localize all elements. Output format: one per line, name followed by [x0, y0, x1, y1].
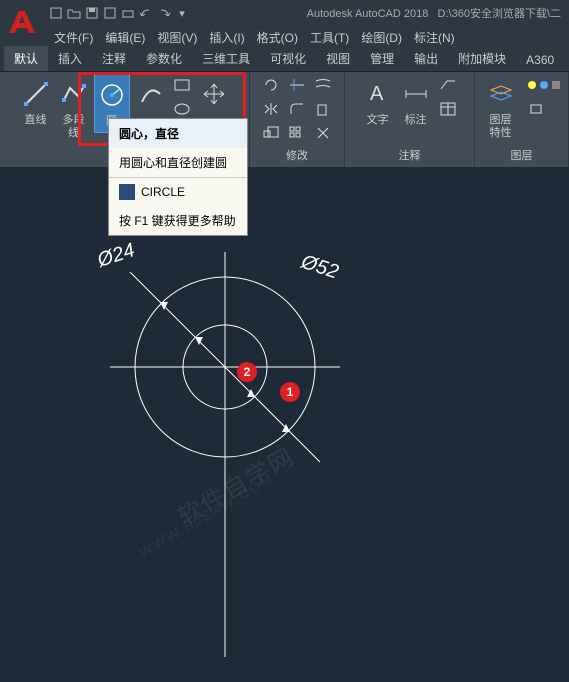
drawing-canvas[interactable]: Ø24 Ø52 1 2 软件自学网 WWW.RJZXW.COM: [0, 167, 569, 677]
layer-match-icon[interactable]: [524, 98, 548, 120]
marker-1: 1: [280, 382, 300, 402]
tab-annotate[interactable]: 注释: [92, 46, 136, 71]
tab-parametric[interactable]: 参数化: [136, 46, 192, 71]
cad-drawing: Ø24 Ø52: [0, 167, 569, 677]
dimension-icon: [400, 78, 432, 110]
svg-text:A: A: [370, 83, 384, 105]
line-icon: [20, 78, 52, 110]
arc-icon: [134, 78, 166, 110]
tab-visualize[interactable]: 可视化: [260, 46, 316, 71]
redo-icon[interactable]: [156, 5, 172, 21]
leader-icon[interactable]: [436, 74, 460, 96]
menu-dimension[interactable]: 标注(N): [408, 29, 461, 46]
panel-modify: 修改: [250, 72, 345, 167]
layer-state-icon[interactable]: [524, 74, 564, 96]
dim-label-52: Ø52: [298, 251, 342, 284]
window-title: Autodesk AutoCAD 2018 D:\360安全浏览器下载\二: [307, 5, 561, 21]
panel-layer: 图层 特性 图层: [475, 72, 569, 167]
saveas-icon[interactable]: [102, 5, 118, 21]
dropdown-icon[interactable]: ▾: [174, 5, 190, 21]
new-icon[interactable]: [48, 5, 64, 21]
ribbon-tabs: 默认 插入 注释 参数化 三维工具 可视化 视图 管理 输出 附加模块 A360: [0, 48, 569, 72]
menu-tools[interactable]: 工具(T): [304, 29, 355, 46]
tab-3dtools[interactable]: 三维工具: [192, 46, 260, 71]
menu-bar: 文件(F) 编辑(E) 视图(V) 插入(I) 格式(O) 工具(T) 绘图(D…: [0, 26, 569, 48]
tab-a360[interactable]: A360: [516, 49, 564, 71]
ellipse-button[interactable]: [170, 98, 194, 120]
array-icon[interactable]: [285, 122, 309, 144]
open-icon[interactable]: [66, 5, 82, 21]
command-icon: [119, 184, 135, 200]
move-icon: [198, 78, 230, 110]
dim-label-24: Ø24: [94, 239, 138, 272]
circle-tooltip: 圆心，直径 用圆心和直径创建圆 CIRCLE 按 F1 键获得更多帮助: [108, 118, 248, 236]
offset-icon[interactable]: [311, 74, 335, 96]
tab-manage[interactable]: 管理: [360, 46, 404, 71]
explode-icon[interactable]: [311, 122, 335, 144]
menu-insert[interactable]: 插入(I): [203, 29, 250, 46]
tab-default[interactable]: 默认: [4, 46, 48, 71]
trim-icon[interactable]: [285, 74, 309, 96]
table-icon[interactable]: [436, 98, 460, 120]
undo-icon[interactable]: [138, 5, 154, 21]
autocad-logo[interactable]: [0, 0, 44, 44]
rotate-icon[interactable]: [259, 74, 283, 96]
tab-view[interactable]: 视图: [316, 46, 360, 71]
tooltip-cmd: CIRCLE: [109, 178, 247, 206]
menu-format[interactable]: 格式(O): [251, 29, 304, 46]
line-button[interactable]: 直线: [18, 74, 54, 131]
layer-icon: [485, 78, 517, 110]
arc-button[interactable]: [132, 74, 168, 114]
panel-annotate: A 文字 标注 注释: [345, 72, 475, 167]
menu-view[interactable]: 视图(V): [151, 29, 203, 46]
erase-icon[interactable]: [311, 98, 335, 120]
print-icon[interactable]: [120, 5, 136, 21]
tooltip-desc: 用圆心和直径创建圆: [109, 148, 247, 177]
scale-icon[interactable]: [259, 122, 283, 144]
save-icon[interactable]: [84, 5, 100, 21]
layer-properties-button[interactable]: 图层 特性: [480, 74, 522, 144]
dimension-button[interactable]: 标注: [398, 74, 434, 131]
move-button[interactable]: [196, 74, 232, 114]
mirror-icon[interactable]: [259, 98, 283, 120]
text-icon: A: [362, 78, 394, 110]
text-button[interactable]: A 文字: [360, 74, 396, 131]
rect-button[interactable]: [170, 74, 194, 96]
tab-output[interactable]: 输出: [404, 46, 448, 71]
menu-file[interactable]: 文件(F): [48, 29, 99, 46]
quick-access-toolbar: ▾: [48, 5, 190, 21]
circle-icon: [96, 79, 128, 111]
title-bar: ▾ Autodesk AutoCAD 2018 D:\360安全浏览器下载\二: [0, 0, 569, 26]
menu-edit[interactable]: 编辑(E): [99, 29, 151, 46]
tooltip-help: 按 F1 键获得更多帮助: [109, 206, 247, 235]
tooltip-title: 圆心，直径: [109, 119, 247, 148]
polyline-button[interactable]: 多段线: [56, 74, 92, 144]
polyline-icon: [58, 78, 90, 110]
ribbon: 直线 多段线 圆 绘图: [0, 72, 569, 167]
menu-draw[interactable]: 绘图(D): [355, 29, 408, 46]
fillet-icon[interactable]: [285, 98, 309, 120]
tab-insert[interactable]: 插入: [48, 46, 92, 71]
marker-2: 2: [237, 362, 257, 382]
tab-addons[interactable]: 附加模块: [448, 46, 516, 71]
